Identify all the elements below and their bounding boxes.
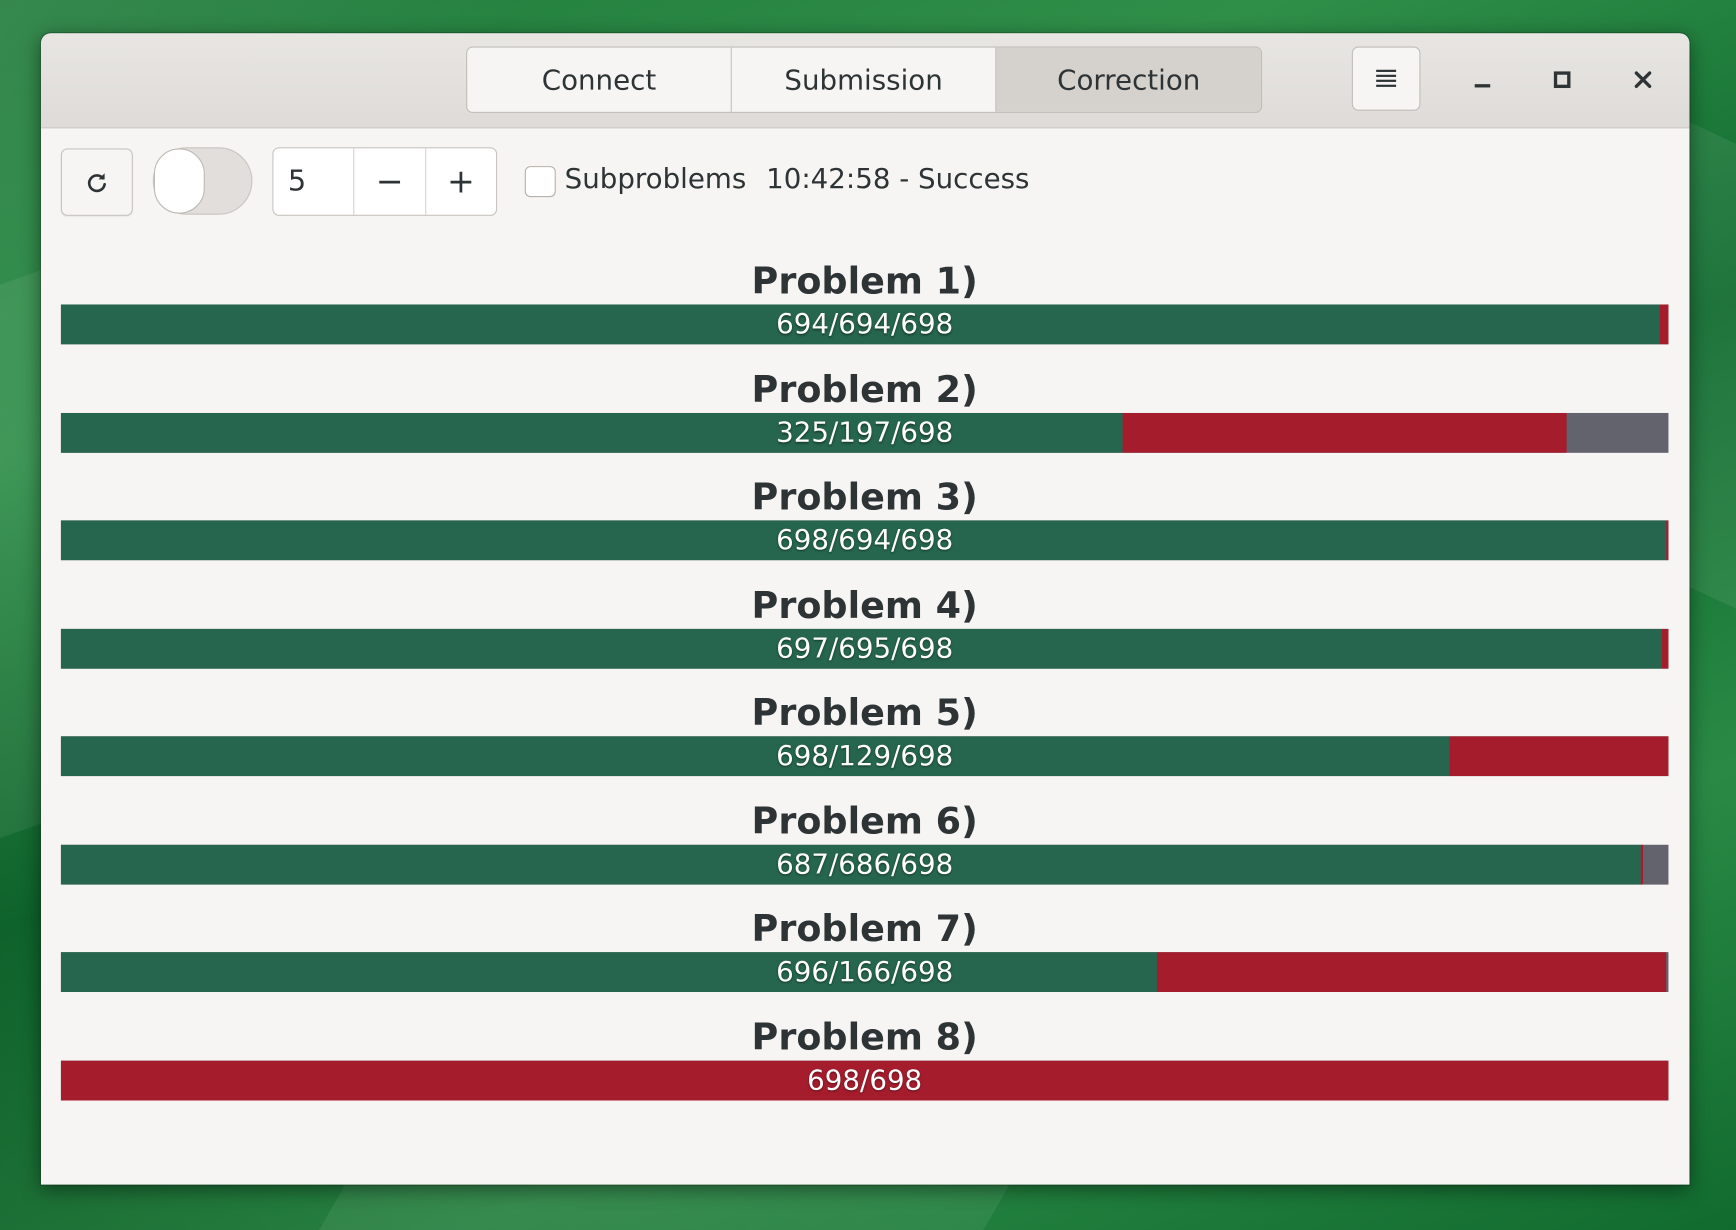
problem-title: Problem 8) <box>751 1014 978 1058</box>
subproblems-checkbox[interactable] <box>524 166 556 198</box>
tab-submission[interactable]: Submission <box>731 47 997 112</box>
refresh-icon <box>87 172 106 192</box>
progress-bar: 698/129/698 <box>60 736 1669 777</box>
subproblems-label[interactable]: Subproblems <box>565 163 747 195</box>
problem-title: Problem 2) <box>751 367 978 411</box>
minimize-button[interactable] <box>1460 58 1504 102</box>
problem-title: Problem 1) <box>751 259 978 303</box>
progress-bar: 698/694/698 <box>60 520 1669 561</box>
status-text: 10:42:58 - Success <box>766 162 1030 195</box>
app-window: Connect Submission Correction 5 − + Subp… <box>40 33 1690 1185</box>
progress-label: 325/197/698 <box>776 415 954 448</box>
toggle-knob <box>153 148 205 214</box>
progress-bar: 698/698 <box>60 1060 1669 1100</box>
header-bar: Connect Submission Correction <box>40 33 1690 129</box>
hamburger-menu-icon <box>1376 69 1397 87</box>
close-button[interactable] <box>1621 58 1665 102</box>
progress-label: 687/686/698 <box>776 847 954 880</box>
screen: Connect Submission Correction 5 − + Subp… <box>0 0 1736 1230</box>
wallpaper-shard <box>1689 122 1736 609</box>
problem-title: Problem 6) <box>751 798 978 842</box>
problem-title: Problem 5) <box>751 690 978 735</box>
problem-title: Problem 7) <box>751 906 978 950</box>
increment-button[interactable]: + <box>426 148 496 214</box>
minimize-icon <box>1474 84 1491 88</box>
progress-label: 694/694/698 <box>776 307 954 340</box>
decrement-button[interactable]: − <box>355 148 426 215</box>
wallpaper-shard <box>319 1184 1010 1230</box>
progress-bar: 697/695/698 <box>60 628 1669 669</box>
progress-bar: 696/166/698 <box>60 952 1669 992</box>
progress-label: 698/698 <box>807 1063 923 1096</box>
progress-bar: 325/197/698 <box>60 412 1669 453</box>
problem-title: Problem 4) <box>751 582 978 627</box>
progress-label: 696/166/698 <box>776 955 954 988</box>
maximize-icon <box>1553 71 1571 89</box>
refresh-button[interactable] <box>60 148 133 216</box>
progress-label: 697/695/698 <box>776 631 954 664</box>
auto-refresh-toggle[interactable] <box>152 147 253 215</box>
tab-connect[interactable]: Connect <box>467 47 732 112</box>
wallpaper-shard <box>0 268 45 839</box>
tab-correction[interactable]: Correction <box>996 47 1262 112</box>
progress-bar: 687/686/698 <box>60 844 1669 885</box>
view-switcher: Connect Submission Correction <box>466 46 1263 113</box>
progress-bar: 694/694/698 <box>60 304 1669 345</box>
progress-label: 698/129/698 <box>776 739 954 772</box>
interval-spinbutton: 5 − + <box>272 147 498 216</box>
interval-value-input[interactable]: 5 <box>273 148 355 215</box>
maximize-button[interactable] <box>1540 58 1584 102</box>
close-icon <box>1634 71 1652 89</box>
progress-label: 698/694/698 <box>776 523 954 556</box>
menu-button[interactable] <box>1351 46 1421 111</box>
problem-title: Problem 3) <box>751 474 978 519</box>
